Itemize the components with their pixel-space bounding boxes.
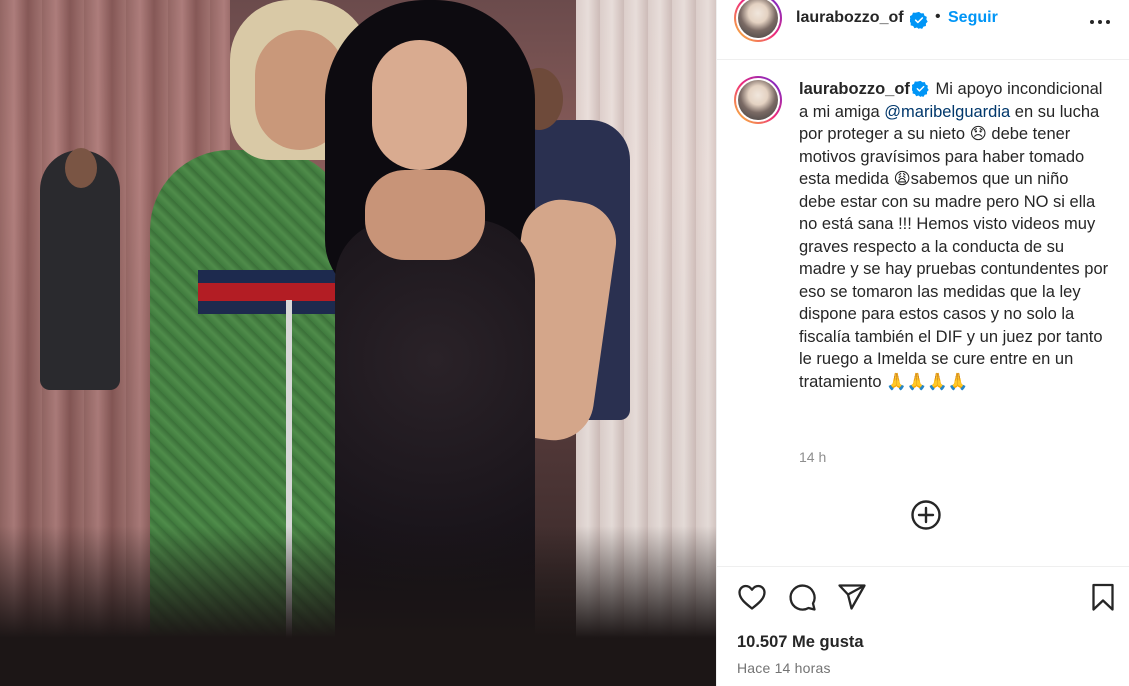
verified-badge-icon	[911, 80, 929, 97]
paper-plane-icon[interactable]	[836, 581, 868, 613]
follow-button[interactable]: Seguir	[948, 9, 998, 27]
caption-username[interactable]: laurabozzo_of	[799, 80, 910, 98]
header-separator: •	[935, 8, 941, 25]
comment-bubble-icon[interactable]	[786, 581, 818, 613]
heart-icon[interactable]	[736, 581, 768, 613]
post-header: laurabozzo_of • Seguir	[717, 0, 1129, 60]
more-options-icon[interactable]	[1088, 12, 1112, 32]
likes-count[interactable]: 10.507 Me gusta	[737, 633, 864, 652]
striped-belt	[198, 270, 338, 314]
post-timestamp[interactable]: Hace 14 horas	[737, 660, 831, 676]
verified-badge-icon	[910, 11, 928, 29]
woman-right-neckline	[365, 170, 485, 260]
header-username[interactable]: laurabozzo_of	[796, 9, 904, 27]
caption-timestamp[interactable]: 14 h	[799, 449, 826, 465]
post-photo[interactable]	[0, 0, 716, 686]
floor-shadow	[0, 526, 716, 686]
caption-text: laurabozzo_of Mi apoyo incondicional a m…	[799, 78, 1109, 393]
caption-mention-link[interactable]: @maribelguardia	[884, 103, 1010, 121]
caption-text-part-2: en su lucha por proteger a su nieto 😞 de…	[799, 102, 1109, 391]
post-side-panel: laurabozzo_of • Seguir laurabozzo_of Mi …	[716, 0, 1129, 686]
post-caption: laurabozzo_of Mi apoyo incondicional a m…	[717, 60, 1129, 560]
author-avatar[interactable]	[734, 0, 782, 42]
plus-circle-icon[interactable]	[910, 499, 942, 531]
post-actions: 10.507 Me gusta Hace 14 horas	[717, 566, 1129, 686]
caption-avatar[interactable]	[734, 76, 782, 124]
background-person-head	[65, 148, 97, 188]
woman-right-face	[372, 40, 467, 170]
bookmark-icon[interactable]	[1087, 581, 1119, 613]
